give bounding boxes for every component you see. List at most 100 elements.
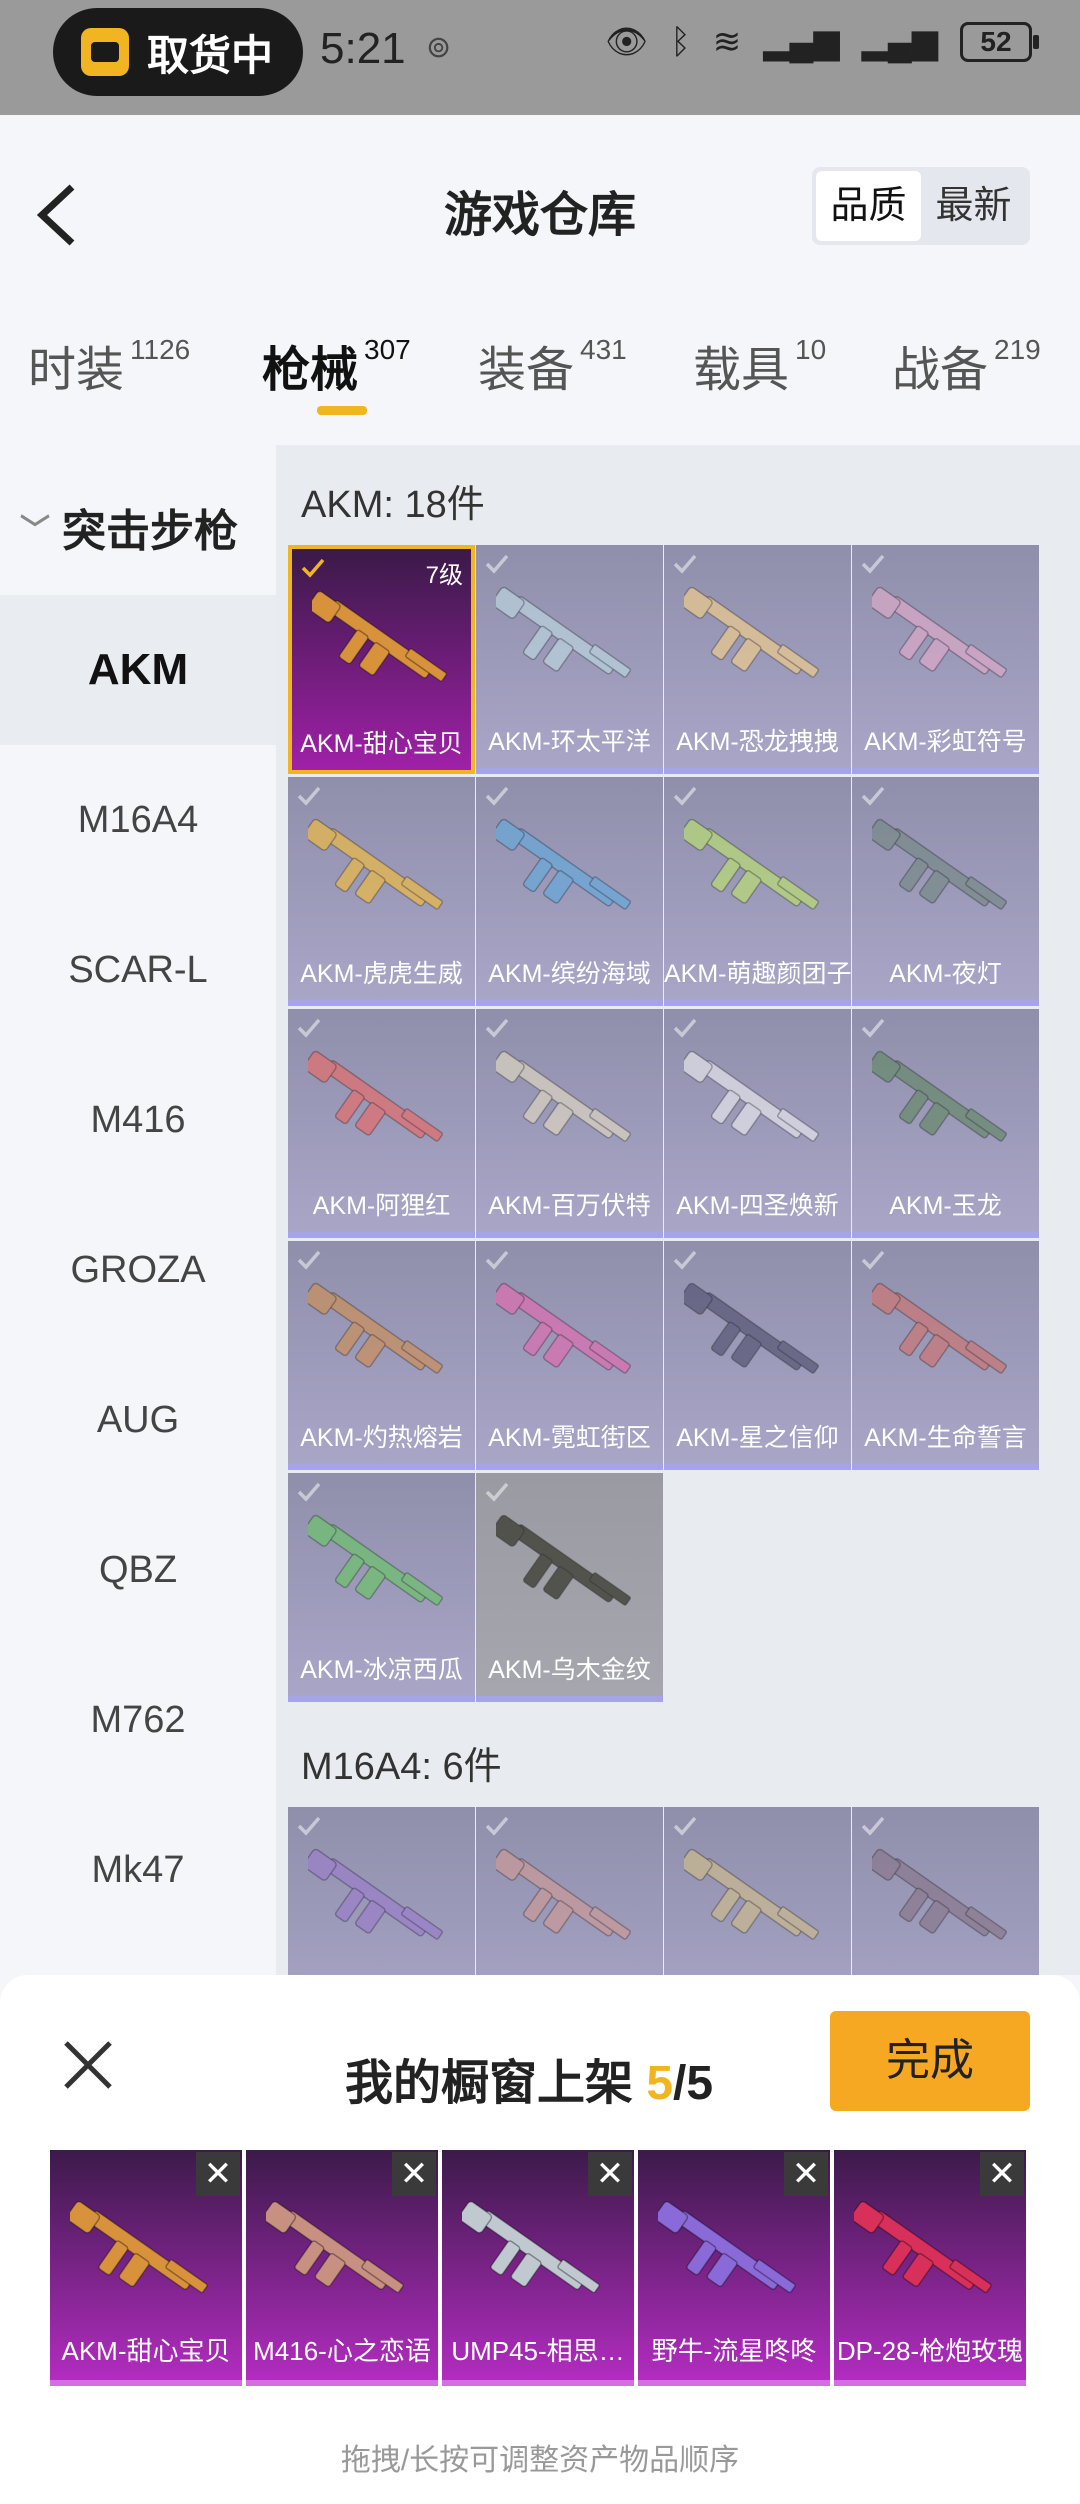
weapon-skin-card[interactable]: AKM-虎虎生威 bbox=[288, 777, 475, 1006]
checkmark-icon[interactable] bbox=[860, 1015, 886, 1041]
header: 游戏仓库 品质 最新 bbox=[0, 115, 1080, 295]
weapon-skin-card[interactable]: AKM-萌趣颜团子 bbox=[664, 777, 851, 1006]
weapon-skin-card[interactable]: AKM-灼热熔岩 bbox=[288, 1241, 475, 1470]
tab-equipment[interactable]: 装备 431 bbox=[478, 330, 627, 400]
checkmark-icon[interactable] bbox=[672, 1247, 698, 1273]
showcase-item-name: 野牛-流星咚咚 bbox=[651, 2336, 817, 2366]
tab-vehicles[interactable]: 载具 10 bbox=[693, 330, 826, 400]
weapon-skin-card[interactable]: AKM-星之信仰 bbox=[664, 1241, 851, 1470]
reorder-hint: 拖拽/长按可调整资产物品顺序 bbox=[340, 2444, 740, 2477]
showcase-item[interactable]: ✕ UMP45-相思… bbox=[442, 2150, 634, 2386]
tab-fashion[interactable]: 时装 1126 bbox=[28, 330, 190, 400]
checkmark-icon[interactable] bbox=[672, 783, 698, 809]
showcase-count-total: /5 bbox=[673, 2057, 714, 2110]
checkmark-icon[interactable] bbox=[296, 1813, 322, 1839]
weapon-image bbox=[867, 1837, 1020, 1975]
weapon-skin-card[interactable]: AKM-霓虹街区 bbox=[476, 1241, 663, 1470]
showcase-item[interactable]: ✕ DP-28-枪炮玫瑰 bbox=[834, 2150, 1026, 2386]
weapon-skin-image bbox=[491, 586, 631, 678]
weapon-skin-card[interactable] bbox=[288, 1807, 475, 1975]
weapon-skin-card[interactable] bbox=[852, 1807, 1039, 1975]
weapon-image bbox=[491, 1837, 644, 1975]
skin-name: AKM-冰凉西瓜 bbox=[300, 1656, 463, 1684]
weapon-image bbox=[654, 2190, 810, 2330]
weapon-skin-image bbox=[679, 818, 819, 910]
sidebar-item-aug[interactable]: AUG bbox=[0, 1345, 276, 1495]
weapon-skin-card[interactable] bbox=[476, 1807, 663, 1975]
section-title-akm: AKM: 18件 bbox=[301, 484, 485, 526]
weapon-skin-card[interactable]: AKM-缤纷海域 bbox=[476, 777, 663, 1006]
tab-weapons[interactable]: 枪械 307 bbox=[262, 330, 411, 400]
weapon-skin-card[interactable]: 7级 AKM-甜心宝贝 bbox=[288, 545, 475, 774]
weapon-skin-card[interactable]: AKM-阿狸红 bbox=[288, 1009, 475, 1238]
weapon-skin-card[interactable] bbox=[664, 1807, 851, 1975]
sort-quality-option[interactable]: 品质 bbox=[816, 171, 921, 241]
skin-name: AKM-阿狸红 bbox=[312, 1192, 451, 1220]
weapon-skin-card[interactable]: AKM-乌木金纹 bbox=[476, 1473, 663, 1702]
weapon-skin-card[interactable]: AKM-恐龙拽拽 bbox=[664, 545, 851, 774]
weapon-skin-image bbox=[679, 1848, 819, 1940]
weapon-skin-card[interactable]: AKM-冰凉西瓜 bbox=[288, 1473, 475, 1702]
showcase-item-name: DP-28-枪炮玫瑰 bbox=[836, 2336, 1024, 2366]
showcase-item[interactable]: ✕ AKM-甜心宝贝 bbox=[50, 2150, 242, 2386]
weapon-skin-image bbox=[491, 1282, 631, 1374]
sidebar-item-akm[interactable]: AKM bbox=[0, 595, 276, 745]
checkmark-icon[interactable] bbox=[296, 1015, 322, 1041]
weapon-skin-image bbox=[303, 1050, 443, 1142]
weapon-skin-image bbox=[303, 818, 443, 910]
weapon-skin-image bbox=[458, 2201, 600, 2294]
tab-supplies[interactable]: 战备 219 bbox=[892, 330, 1041, 400]
checkmark-icon[interactable] bbox=[296, 1247, 322, 1273]
showcase-item[interactable]: ✕ M416-心之恋语 bbox=[246, 2150, 438, 2386]
checkmark-icon[interactable] bbox=[484, 1247, 510, 1273]
skin-name: AKM-夜灯 bbox=[889, 960, 1002, 988]
sidebar-item-m762[interactable]: M762 bbox=[0, 1645, 276, 1795]
done-button[interactable]: 完成 bbox=[830, 2011, 1030, 2111]
weapon-skin-image bbox=[850, 2201, 992, 2294]
sidebar-item-mk47[interactable]: Mk47 bbox=[0, 1795, 276, 1945]
sidebar-item-groza[interactable]: GROZA bbox=[0, 1195, 276, 1345]
weapon-skin-image bbox=[679, 586, 819, 678]
checkmark-icon[interactable] bbox=[484, 1479, 510, 1505]
weapon-skin-card[interactable]: AKM-生命誓言 bbox=[852, 1241, 1039, 1470]
checkmark-icon[interactable] bbox=[296, 783, 322, 809]
sort-newest-option[interactable]: 最新 bbox=[921, 171, 1026, 241]
checkmark-icon[interactable] bbox=[860, 551, 886, 577]
sidebar-item-m16a4[interactable]: M16A4 bbox=[0, 745, 276, 895]
sidebar-item-scar-l[interactable]: SCAR-L bbox=[0, 895, 276, 1045]
weapon-image bbox=[303, 1837, 456, 1975]
skin-name: AKM-虎虎生威 bbox=[300, 960, 463, 988]
checkmark-icon[interactable] bbox=[484, 551, 510, 577]
checkmark-icon[interactable] bbox=[484, 783, 510, 809]
checkmark-icon[interactable] bbox=[860, 1247, 886, 1273]
skin-name: AKM-环太平洋 bbox=[488, 728, 651, 756]
weapon-skin-card[interactable]: AKM-百万伏特 bbox=[476, 1009, 663, 1238]
weapon-skin-card[interactable]: AKM-环太平洋 bbox=[476, 545, 663, 774]
checkmark-icon[interactable] bbox=[672, 551, 698, 577]
weapon-image bbox=[867, 807, 1020, 947]
sidebar-item-qbz[interactable]: QBZ bbox=[0, 1495, 276, 1645]
delivery-status-pill[interactable]: 取货中 bbox=[53, 8, 303, 96]
weapon-skin-card[interactable]: AKM-四圣焕新 bbox=[664, 1009, 851, 1238]
weapon-skin-card[interactable]: AKM-彩虹符号 bbox=[852, 545, 1039, 774]
skin-name: AKM-甜心宝贝 bbox=[300, 730, 463, 758]
checkmark-icon[interactable] bbox=[672, 1015, 698, 1041]
close-button[interactable] bbox=[58, 2035, 118, 2095]
weapon-skin-image bbox=[66, 2201, 208, 2294]
weapon-skin-image bbox=[491, 1848, 631, 1940]
showcase-item[interactable]: ✕ 野牛-流星咚咚 bbox=[638, 2150, 830, 2386]
weapon-image bbox=[303, 1271, 456, 1411]
checkmark-icon[interactable] bbox=[672, 1813, 698, 1839]
weapon-skin-card[interactable]: AKM-玉龙 bbox=[852, 1009, 1039, 1238]
checkmark-icon[interactable] bbox=[300, 555, 326, 581]
weapon-skin-card[interactable]: AKM-夜灯 bbox=[852, 777, 1039, 1006]
weapon-skin-image bbox=[491, 1050, 631, 1142]
checkmark-icon[interactable] bbox=[484, 1015, 510, 1041]
checkmark-icon[interactable] bbox=[860, 783, 886, 809]
sidebar-item-m416[interactable]: M416 bbox=[0, 1045, 276, 1195]
sidebar-category-assault-rifle[interactable]: ﹀ 突击步枪 bbox=[20, 495, 238, 559]
checkmark-icon[interactable] bbox=[860, 1813, 886, 1839]
weapon-image bbox=[307, 579, 460, 719]
checkmark-icon[interactable] bbox=[484, 1813, 510, 1839]
checkmark-icon[interactable] bbox=[296, 1479, 322, 1505]
